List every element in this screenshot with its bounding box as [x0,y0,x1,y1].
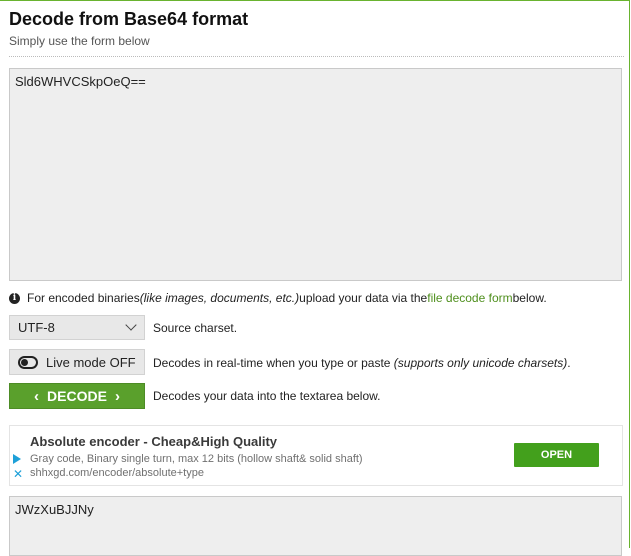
info-icon: i [9,292,20,304]
decode-button[interactable]: ‹ DECODE › [9,383,145,409]
info-text-italic: (like images, documents, etc.) [139,291,300,305]
chevron-right-icon: › [114,387,120,405]
encoded-input-textarea[interactable]: Sld6WHVCSkpOeQ== [9,68,622,281]
charset-label: Source charset. [153,321,238,335]
chevron-down-icon [125,319,137,331]
info-text-middle: upload your data via the [299,291,428,305]
live-mode-desc-after: . [567,356,571,370]
ad-close-icon[interactable]: ✕ [13,468,23,480]
live-mode-label: Live mode OFF [46,354,136,370]
charset-selected-value: UTF-8 [18,320,55,335]
header-divider [9,56,624,57]
decode-button-label: DECODE [47,388,107,404]
info-text-before: For encoded binaries [27,291,140,305]
ad-description: Gray code, Binary single turn, max 12 bi… [30,453,363,465]
ad-title[interactable]: Absolute encoder - Cheap&High Quality [30,434,277,449]
live-mode-description: Decodes in real-time when you type or pa… [153,356,571,370]
page-subtitle: Simply use the form below [9,34,150,48]
ad-url[interactable]: shhxgd.com/encoder/absolute+type [30,467,204,479]
ad-choices-icon[interactable] [13,454,21,464]
info-text-after: below. [512,291,547,305]
ad-banner[interactable]: ✕ Absolute encoder - Cheap&High Quality … [9,425,623,486]
chevron-left-icon: ‹ [34,387,40,405]
file-decode-form-link[interactable]: file decode form [427,291,512,305]
decoded-output-textarea[interactable]: JWzXuBJJNy [9,496,622,556]
ad-open-button[interactable]: OPEN [514,443,599,467]
live-mode-desc-italic: (supports only unicode charsets) [393,356,568,370]
live-mode-toggle-button[interactable]: Live mode OFF [9,349,145,375]
toggle-icon [18,355,38,369]
binary-info-note: i For encoded binaries (like images, doc… [9,291,547,305]
source-charset-select[interactable]: UTF-8 [9,315,145,340]
decode-description: Decodes your data into the textarea belo… [153,389,381,403]
page-title: Decode from Base64 format [9,9,249,29]
live-mode-desc-before: Decodes in real-time when you type or pa… [153,356,394,370]
